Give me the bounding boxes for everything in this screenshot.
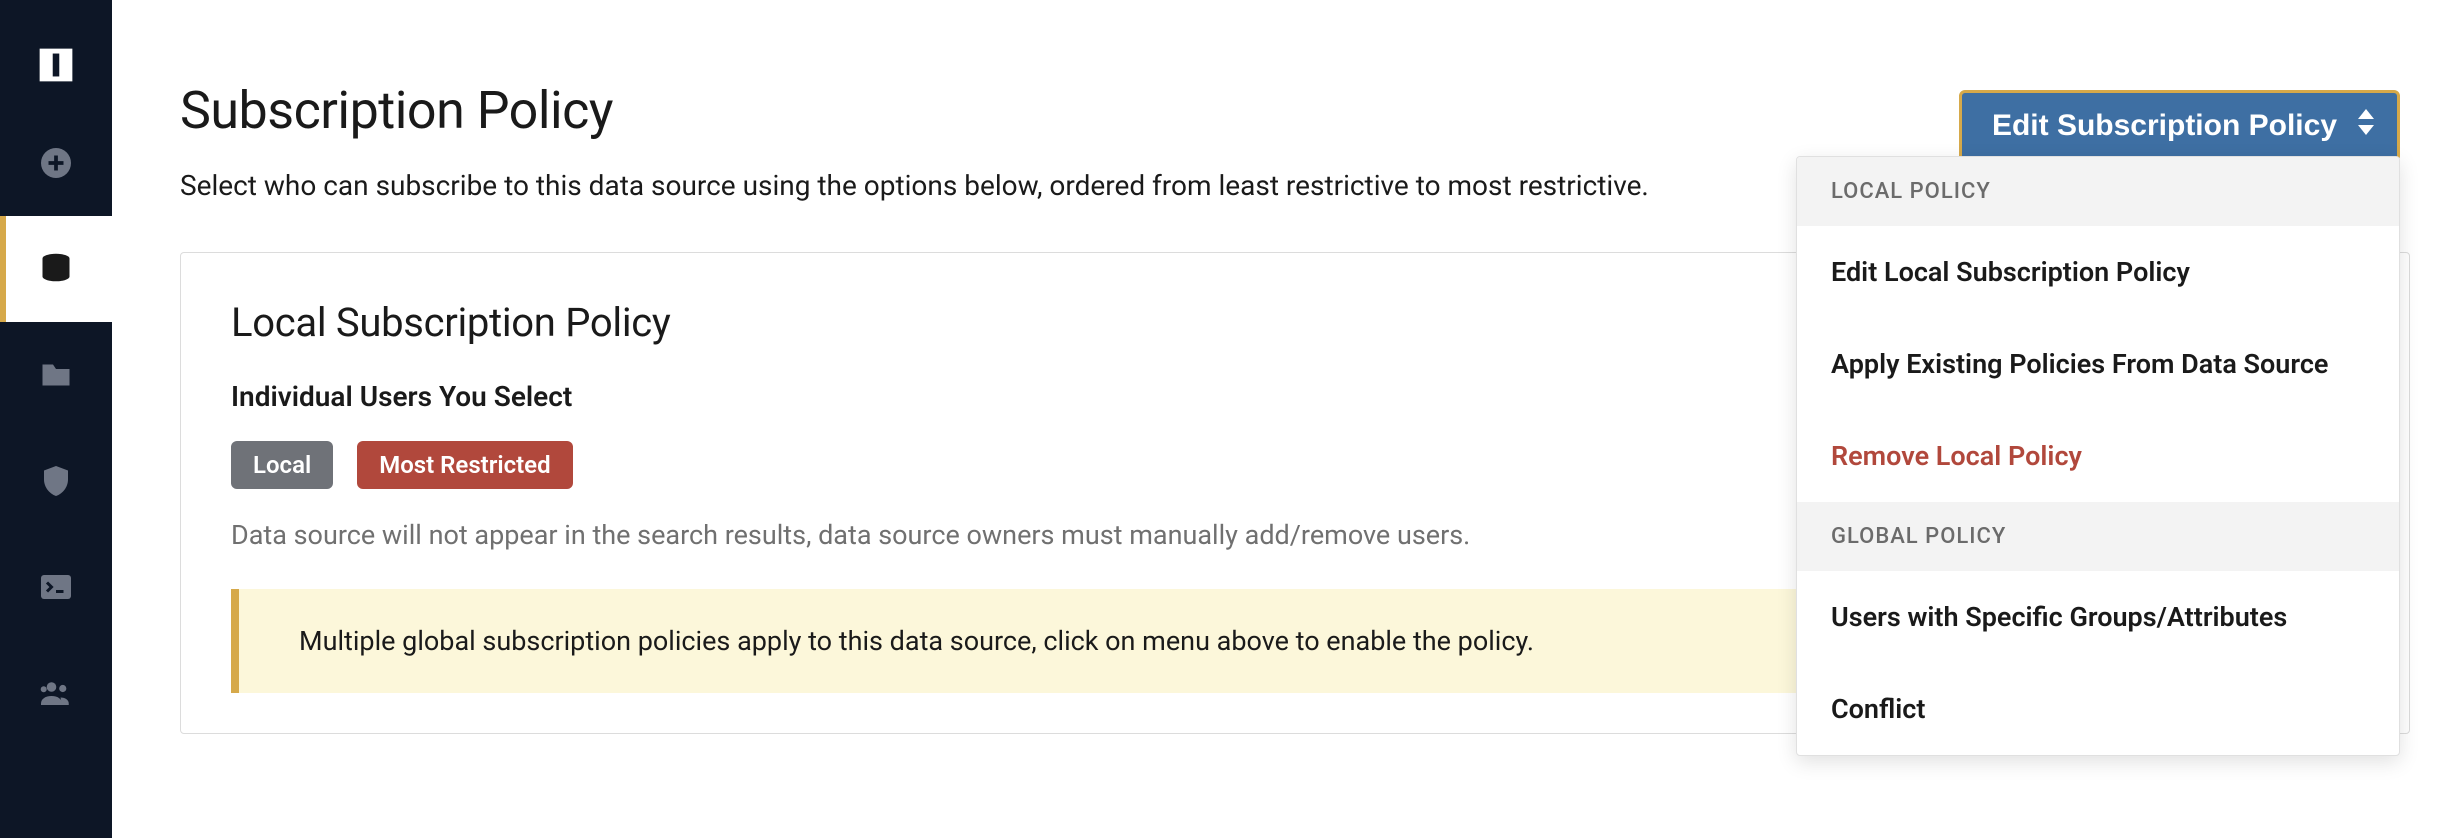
menu-item-users-groups[interactable]: Users with Specific Groups/Attributes <box>1797 571 2399 663</box>
edit-subscription-policy-button[interactable]: Edit Subscription Policy <box>1959 90 2400 162</box>
badge-most-restricted: Most Restricted <box>357 441 572 489</box>
folder-icon <box>38 357 74 393</box>
sidebar-item-terminal[interactable] <box>0 534 112 640</box>
sidebar-item-users[interactable] <box>0 640 112 746</box>
sidebar-item-database[interactable] <box>0 216 112 322</box>
database-icon <box>38 251 74 287</box>
terminal-icon <box>38 569 74 605</box>
menu-item-apply-existing[interactable]: Apply Existing Policies From Data Source <box>1797 318 2399 410</box>
logo-icon <box>38 47 74 83</box>
menu-header-global: GLOBAL POLICY <box>1797 502 2399 571</box>
users-icon <box>38 675 74 711</box>
menu-item-remove-local[interactable]: Remove Local Policy <box>1797 410 2399 502</box>
plus-circle-icon <box>38 145 74 181</box>
sidebar <box>0 0 112 838</box>
alert-text: Multiple global subscription policies ap… <box>299 625 1534 657</box>
sidebar-item-add[interactable] <box>0 110 112 216</box>
sidebar-item-folder[interactable] <box>0 322 112 428</box>
menu-item-conflict[interactable]: Conflict <box>1797 663 2399 755</box>
menu-header-local: LOCAL POLICY <box>1797 157 2399 226</box>
sort-icon <box>2355 109 2377 143</box>
menu-item-edit-local[interactable]: Edit Local Subscription Policy <box>1797 226 2399 318</box>
shield-icon <box>38 463 74 499</box>
sidebar-item-shield[interactable] <box>0 428 112 534</box>
sidebar-logo[interactable] <box>0 20 112 110</box>
dropdown-button-label: Edit Subscription Policy <box>1992 109 2337 142</box>
dropdown-menu: LOCAL POLICY Edit Local Subscription Pol… <box>1796 156 2400 756</box>
badge-local: Local <box>231 441 333 489</box>
